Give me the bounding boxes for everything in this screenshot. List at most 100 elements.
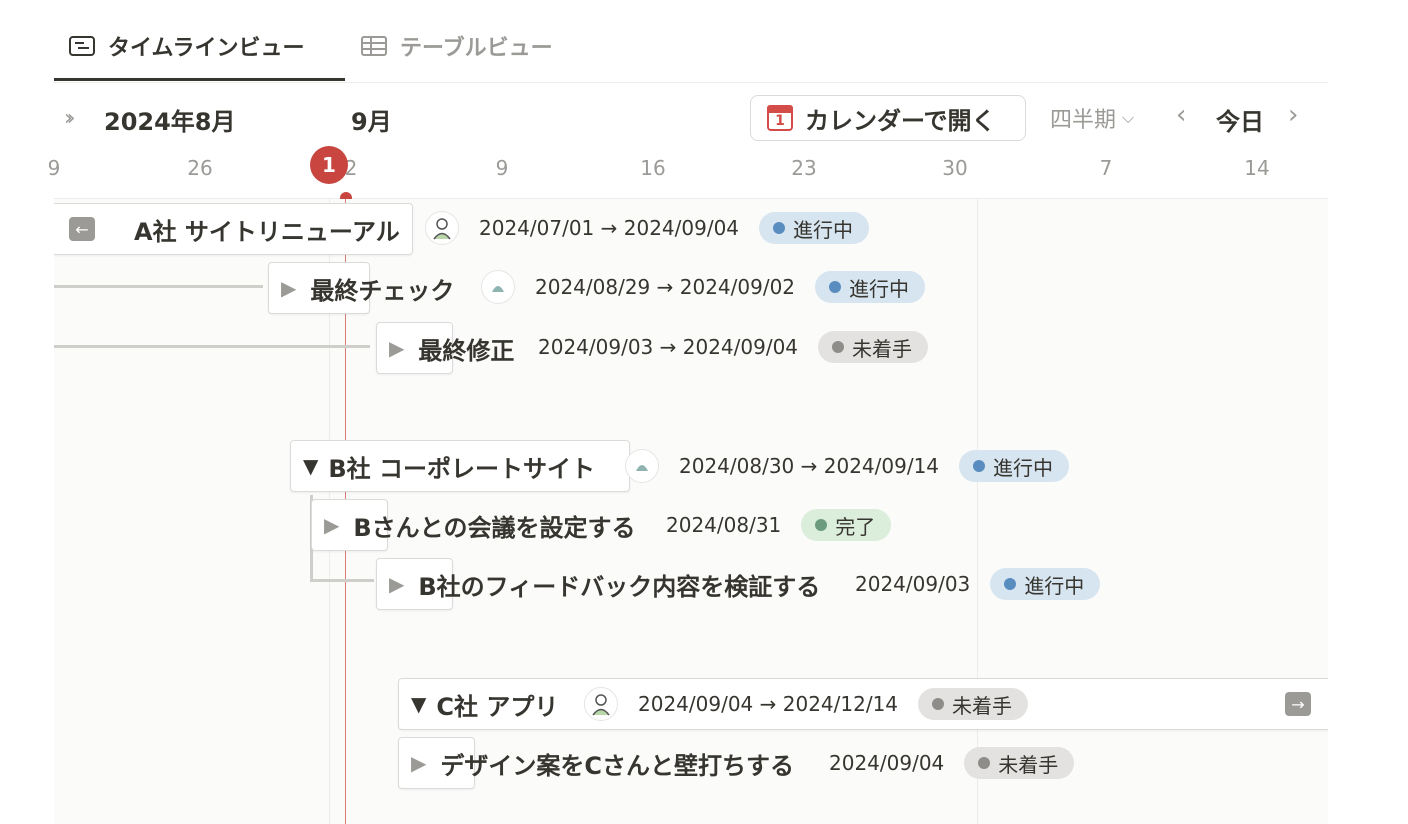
day-label: 9: [47, 156, 61, 180]
tab-timeline-label: タイムラインビュー: [108, 36, 305, 61]
status-label: 進行中: [849, 276, 910, 301]
chevron-down-icon: ⌵: [1122, 108, 1135, 127]
status-label: 未着手: [998, 752, 1059, 777]
status-dot: [815, 519, 828, 531]
month-label-september: 9月: [351, 108, 392, 136]
status-badge[interactable]: 未着手: [964, 747, 1075, 779]
expand-toggle-icon[interactable]: ▶: [411, 751, 426, 775]
task-meta: 2024/08/31 完了: [666, 505, 892, 545]
status-label: 完了: [835, 514, 876, 539]
expand-toggle-icon[interactable]: ▶: [324, 513, 339, 537]
task-bar[interactable]: ▶ デザイン案をCさんと壁打ちする: [398, 737, 794, 789]
day-label: 26: [187, 156, 213, 180]
avatar-icon[interactable]: [625, 449, 659, 483]
avatar-icon[interactable]: [584, 687, 618, 721]
task-bar[interactable]: ▶ 最終チェック: [268, 262, 454, 314]
task-title: A社 サイトリニューアル: [134, 217, 400, 246]
task-title: デザイン案をCさんと壁打ちする: [440, 751, 795, 780]
table-list-icon: [69, 36, 95, 56]
task-dates: 2024/07/01 → 2024/09/04: [479, 216, 740, 240]
period-label: 四半期: [1050, 108, 1117, 133]
task-meta: 2024/07/01 → 2024/09/04 進行中: [425, 208, 870, 248]
day-label: 23: [791, 156, 817, 180]
task-meta: 2024/09/03 → 2024/09/04 未着手: [538, 327, 929, 367]
status-badge[interactable]: 進行中: [815, 271, 926, 303]
open-calendar-button[interactable]: 1 カレンダーで開く: [750, 95, 1026, 141]
today-button[interactable]: 今日: [1216, 102, 1264, 137]
task-dates: 2024/08/31: [666, 513, 782, 537]
status-dot: [973, 460, 986, 472]
tab-timeline[interactable]: タイムラインビュー: [68, 26, 304, 66]
chevron-right-icon[interactable]: ›: [1288, 100, 1298, 130]
task-bar[interactable]: ▶ Bさんとの会議を設定する: [311, 499, 635, 551]
status-label: 進行中: [993, 455, 1054, 480]
expand-toggle-icon[interactable]: ▶: [389, 572, 404, 596]
task-title: B社 コーポレートサイト: [328, 454, 596, 483]
gridline: [977, 199, 978, 824]
status-dot: [829, 281, 842, 293]
day-label: 16: [640, 156, 666, 180]
connector-line: [54, 345, 370, 348]
day-label: 9: [495, 156, 509, 180]
task-title: 最終修正: [418, 336, 515, 365]
day-label: 30: [942, 156, 968, 180]
task-title: 最終チェック: [310, 276, 455, 305]
status-badge[interactable]: 未着手: [918, 688, 1029, 720]
task-dates: 2024/09/03 → 2024/09/04: [538, 335, 799, 359]
status-label: 進行中: [793, 217, 854, 242]
status-badge[interactable]: 進行中: [759, 212, 870, 244]
task-dates: 2024/09/03: [855, 572, 971, 596]
connector-line: [310, 579, 374, 582]
task-bar[interactable]: ▼ B社 コーポレートサイト: [290, 440, 630, 492]
collapse-toggle-icon[interactable]: ▼: [303, 454, 318, 478]
double-chevron-icon[interactable]: ››: [64, 106, 75, 131]
expand-toggle-icon[interactable]: ▶: [281, 276, 296, 300]
timeline-header: ›› 2024年8月 9月 1 カレンダーで開く 四半期 ⌵ ‹ 今日 › 9 …: [48, 84, 1328, 204]
status-dot: [932, 698, 945, 710]
task-title: B社のフィードバック内容を検証する: [418, 572, 821, 601]
grid-table-icon: [361, 36, 387, 56]
status-label: 進行中: [1024, 573, 1085, 598]
task-meta: 2024/09/04 未着手: [829, 743, 1075, 783]
back-arrow-icon[interactable]: ←: [69, 217, 95, 241]
task-meta: 2024/08/29 → 2024/09/02 進行中: [481, 267, 926, 307]
day-label: 7: [1099, 156, 1113, 180]
status-badge[interactable]: 完了: [801, 509, 892, 541]
task-title: Bさんとの会議を設定する: [353, 513, 636, 542]
task-dates: 2024/09/04: [829, 751, 945, 775]
task-meta: 2024/09/03 進行中: [855, 564, 1101, 604]
status-badge[interactable]: 未着手: [818, 331, 929, 363]
today-marker: 1: [310, 146, 348, 184]
tab-table-label: テーブルビュー: [400, 36, 553, 61]
tab-table[interactable]: テーブルビュー: [360, 26, 553, 66]
forward-arrow-icon[interactable]: →: [1285, 692, 1311, 716]
avatar-icon[interactable]: [481, 270, 515, 304]
status-dot: [832, 341, 845, 353]
chevron-left-icon[interactable]: ‹: [1176, 100, 1186, 130]
connector-line: [54, 285, 263, 288]
status-dot: [1004, 578, 1017, 590]
period-select[interactable]: 四半期 ⌵: [1050, 102, 1134, 134]
open-calendar-label: カレンダーで開く: [805, 106, 996, 135]
calendar-icon: 1: [767, 105, 793, 131]
status-badge[interactable]: 進行中: [959, 450, 1070, 482]
expand-toggle-icon[interactable]: ▶: [389, 336, 404, 360]
status-dot: [773, 222, 786, 234]
task-bar[interactable]: ← A社 サイトリニューアル: [54, 203, 413, 255]
task-dates: 2024/09/04 → 2024/12/14: [638, 692, 899, 716]
avatar-icon[interactable]: [425, 211, 459, 245]
task-title: C社 アプリ: [436, 692, 559, 721]
collapse-toggle-icon[interactable]: ▼: [411, 692, 426, 716]
task-bar[interactable]: ▶ 最終修正: [376, 322, 514, 374]
task-bar[interactable]: ▶ B社のフィードバック内容を検証する: [376, 558, 820, 610]
task-meta: 2024/09/04 → 2024/12/14 未着手: [584, 684, 1029, 724]
status-label: 未着手: [952, 693, 1013, 718]
task-dates: 2024/08/30 → 2024/09/14: [679, 454, 940, 478]
month-label-august: 2024年8月: [104, 108, 236, 136]
view-tabs: タイムラインビュー テーブルビュー: [54, 0, 1328, 83]
day-label: 14: [1244, 156, 1270, 180]
task-meta: 2024/08/30 → 2024/09/14 進行中: [625, 446, 1070, 486]
active-tab-underline: [54, 78, 345, 81]
task-dates: 2024/08/29 → 2024/09/02: [535, 275, 796, 299]
status-badge[interactable]: 進行中: [990, 568, 1101, 600]
